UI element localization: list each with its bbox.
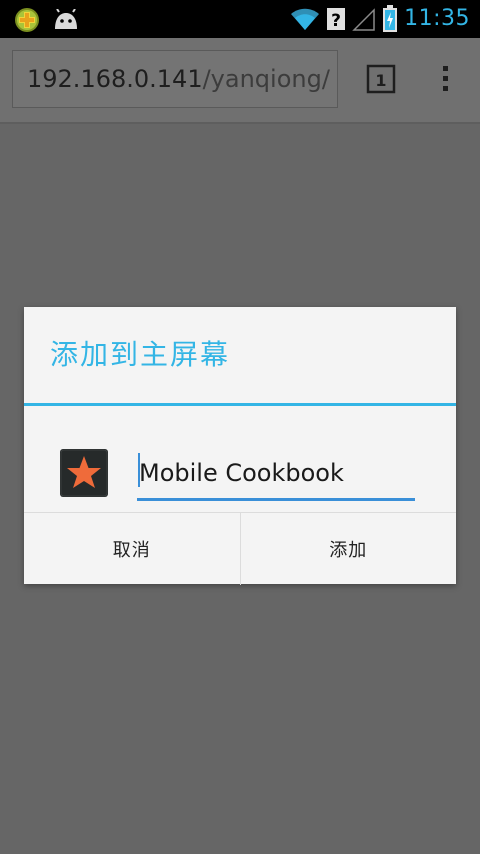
status-time: 11:35 xyxy=(404,6,470,31)
dialog-button-row: 取消 添加 xyxy=(24,512,456,585)
url-host: 192.168.0.141 xyxy=(27,65,203,93)
tabs-icon: 1 xyxy=(366,64,396,94)
text-cursor xyxy=(138,453,140,487)
tabs-button[interactable]: 1 xyxy=(366,64,396,94)
cross-app-notification-icon xyxy=(15,8,39,32)
overflow-menu-button[interactable] xyxy=(432,62,460,96)
status-notifications xyxy=(14,7,80,33)
dialog-title-divider xyxy=(24,403,456,406)
unknown-signal-icon: ? xyxy=(327,8,346,31)
star-app-icon xyxy=(60,449,108,497)
url-bar[interactable]: 192.168.0.141/yanqiong/ xyxy=(12,50,338,108)
battery-charging-icon xyxy=(383,5,398,32)
more-vert-icon xyxy=(443,66,448,91)
wifi-icon xyxy=(291,8,320,30)
url-path: /yanqiong/ xyxy=(202,65,330,93)
status-system-icons: ? 11:35 xyxy=(290,4,470,34)
dialog-title: 添加到主屏幕 xyxy=(50,338,231,371)
cell-signal-icon xyxy=(352,8,375,31)
status-bar: ? 11:35 xyxy=(0,0,480,38)
cancel-button[interactable]: 取消 xyxy=(24,513,240,585)
browser-toolbar: 192.168.0.141/yanqiong/ 1 xyxy=(0,38,480,124)
svg-text:?: ? xyxy=(331,11,341,31)
tab-count: 1 xyxy=(375,71,386,90)
android-notification-icon xyxy=(55,9,77,29)
shortcut-name-input[interactable] xyxy=(137,447,415,501)
add-to-homescreen-dialog: 添加到主屏幕 取消 添加 xyxy=(24,307,456,585)
add-button[interactable]: 添加 xyxy=(239,513,457,585)
